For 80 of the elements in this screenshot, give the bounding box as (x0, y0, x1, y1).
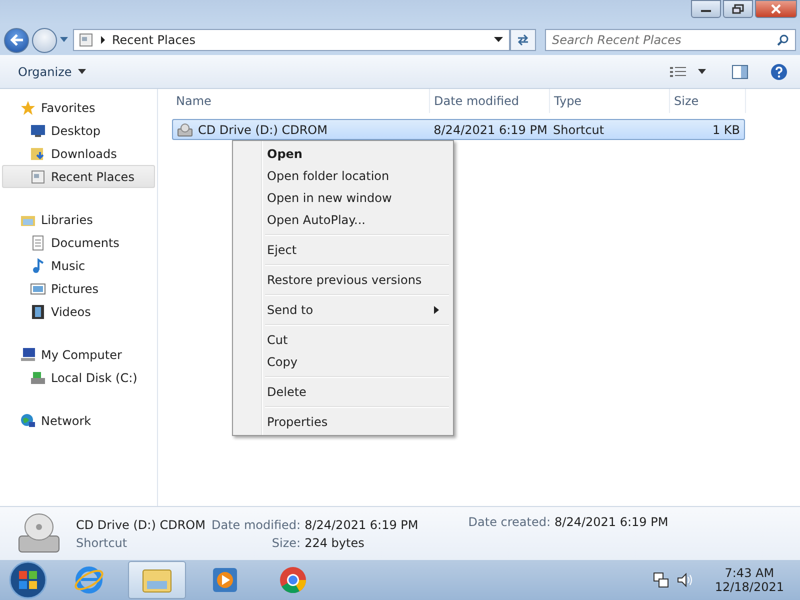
search-icon (777, 34, 789, 46)
sidebar-item[interactable]: Local Disk (C:) (2, 366, 155, 389)
menu-item[interactable]: Copy (235, 351, 451, 373)
sidebar-item[interactable]: My Computer (2, 343, 155, 366)
sidebar-item[interactable]: Favorites (2, 96, 155, 119)
menu-item[interactable]: Open in new window (235, 187, 451, 209)
drive-icon (177, 122, 193, 136)
menu-item[interactable]: Open (235, 143, 451, 165)
music-note-icon (30, 258, 46, 274)
clock[interactable]: 7:43 AM 12/18/2021 (714, 566, 784, 594)
table-cell-text: Shortcut (552, 122, 606, 136)
address-text: Recent Places (112, 33, 196, 47)
document-icon (30, 234, 46, 250)
network-icon[interactable] (652, 572, 669, 588)
close-button[interactable] (755, 0, 797, 18)
column-header[interactable]: Size (670, 89, 746, 113)
refresh-button[interactable] (510, 29, 536, 51)
film-icon (30, 304, 46, 320)
recent-icon (78, 32, 94, 48)
file-row[interactable]: CD Drive (D:) CDROM 8/24/2021 6:19 PM Shortcut 1 KB (172, 119, 745, 140)
menu-item[interactable]: Eject (235, 239, 451, 261)
star-icon (20, 100, 36, 116)
speaker-icon[interactable] (676, 572, 693, 588)
picture-icon (30, 280, 46, 296)
menu-item[interactable]: Open AutoPlay... (235, 209, 451, 231)
folder-icon[interactable] (128, 561, 186, 599)
forward-button[interactable] (32, 28, 57, 52)
property-value: 224 bytes (304, 536, 366, 550)
arrow-left-icon (10, 34, 24, 46)
column-header[interactable]: Date modified (430, 89, 550, 113)
property-label: Date modified: (211, 518, 301, 532)
minimize-button[interactable] (691, 0, 721, 18)
sidebar-item[interactable]: Recent Places (2, 165, 155, 188)
view-list-icon[interactable] (670, 66, 686, 78)
menu-item[interactable]: Cut (235, 329, 451, 351)
chevron-right-icon (100, 36, 106, 44)
computer-icon (20, 346, 36, 362)
table-cell-text: 1 KB (711, 122, 741, 136)
property-value: 8/24/2021 6:19 PM (554, 515, 668, 529)
menu-item[interactable]: Restore previous versions (235, 269, 451, 291)
property-label: Date created: (468, 515, 551, 529)
menu-item[interactable]: Delete (235, 381, 451, 403)
preview-pane-icon[interactable] (732, 64, 748, 78)
refresh-icon (516, 33, 530, 47)
restore-button[interactable] (723, 0, 753, 18)
restore-icon (732, 4, 744, 14)
back-button[interactable] (4, 28, 29, 52)
column-header[interactable]: Name (172, 89, 430, 113)
sidebar-item[interactable]: Videos (2, 300, 155, 323)
menu-item[interactable]: Open folder location (235, 165, 451, 187)
drive-icon (16, 512, 62, 556)
caret-icon (78, 69, 86, 74)
item-type: Shortcut (76, 536, 128, 550)
menu-item[interactable]: Properties (235, 411, 451, 433)
sidebar-item[interactable]: Pictures (2, 277, 155, 300)
item-name: CD Drive (D:) CDROM (76, 518, 206, 532)
help-icon[interactable] (770, 62, 788, 80)
sidebar-item[interactable]: Downloads (2, 142, 155, 165)
property-label: Size: (270, 536, 301, 550)
close-icon (770, 4, 782, 14)
property-value: 8/24/2021 6:19 PM (304, 518, 418, 532)
menu-item[interactable]: Send to (235, 299, 451, 321)
folder-icon (30, 146, 46, 162)
sidebar-item[interactable]: Libraries (2, 208, 155, 231)
disk-icon (30, 370, 46, 386)
monitor-icon (30, 122, 46, 138)
sidebar-item[interactable]: Documents (2, 231, 155, 254)
sidebar-item[interactable]: Network (2, 409, 155, 432)
sidebar-item[interactable]: Music (2, 254, 155, 277)
search-field[interactable]: Search Recent Places (545, 29, 796, 51)
organize-button[interactable]: Organize (10, 62, 94, 82)
sidebar-item[interactable]: Desktop (2, 119, 155, 142)
recent-icon (30, 168, 46, 184)
column-header[interactable]: Type (550, 89, 670, 113)
dropdown-icon[interactable] (494, 37, 503, 43)
table-cell-text: 8/24/2021 6:19 PM (432, 122, 548, 136)
dropdown-icon[interactable] (698, 69, 706, 74)
address-bar[interactable]: Recent Places (73, 29, 510, 51)
globe-icon (20, 412, 36, 428)
file-name: CD Drive (D:) CDROM (198, 122, 328, 136)
